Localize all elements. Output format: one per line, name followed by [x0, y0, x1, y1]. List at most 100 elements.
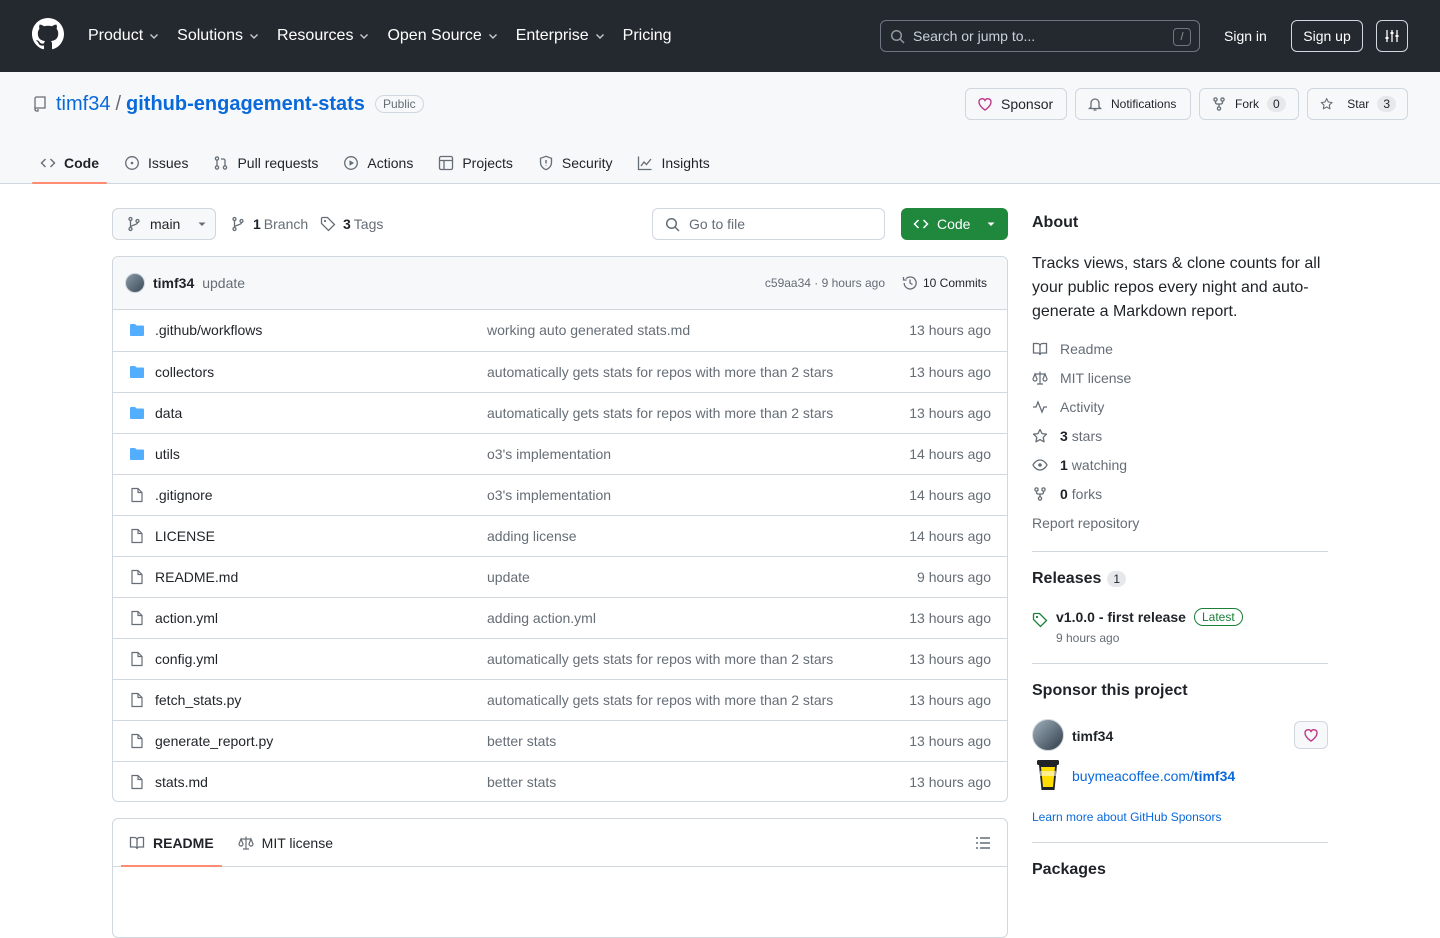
tab-insights[interactable]: Insights [629, 142, 717, 184]
releases-heading[interactable]: Releases 1 [1032, 570, 1127, 588]
tab-projects[interactable]: Projects [430, 142, 521, 184]
forks-label: forks [1071, 486, 1103, 502]
star-button[interactable]: Star 3 [1307, 88, 1408, 120]
file-commit-message[interactable]: adding license [487, 528, 577, 544]
table-row[interactable]: LICENSE adding license 14 hours ago [113, 515, 1007, 556]
file-name-link[interactable]: LICENSE [155, 528, 215, 544]
file-name-link[interactable]: action.yml [155, 610, 218, 626]
tab-actions[interactable]: Actions [335, 142, 421, 184]
file-commit-message[interactable]: better stats [487, 733, 556, 749]
branches-link[interactable]: 1 Branch [230, 216, 308, 232]
table-row[interactable]: .github/workflows working auto generated … [113, 310, 1007, 351]
readme-link[interactable]: Readme [1032, 341, 1113, 357]
file-icon [131, 774, 143, 790]
tab-code[interactable]: Code [32, 142, 107, 184]
file-name-link[interactable]: fetch_stats.py [155, 692, 241, 708]
file-age: 13 hours ago [909, 651, 991, 667]
repo-owner-link[interactable]: timf34 [56, 93, 110, 116]
tab-security[interactable]: Security [530, 142, 621, 184]
sponsor-heart-button[interactable] [1294, 721, 1328, 749]
github-logo-icon[interactable] [32, 18, 64, 50]
file-commit-message[interactable]: o3's implementation [487, 446, 611, 462]
tab-issues[interactable]: Issues [116, 142, 196, 184]
file-name-link[interactable]: .gitignore [155, 487, 213, 503]
commit-message[interactable]: update [202, 275, 245, 291]
table-row[interactable]: data automatically gets stats for repos w… [113, 392, 1007, 433]
commits-link[interactable]: 10 Commits [902, 275, 987, 291]
watching-link[interactable]: 1 watching [1032, 457, 1127, 473]
nav-product[interactable]: Product [88, 27, 160, 45]
tab-readme[interactable]: README [121, 819, 222, 867]
avatar[interactable] [125, 273, 145, 293]
buymeacoffee-link[interactable]: buymeacoffee.com/timf34 [1072, 768, 1235, 784]
file-commit-message[interactable]: automatically gets stats for repos with … [487, 651, 833, 667]
fork-button[interactable]: Fork 0 [1199, 88, 1299, 120]
table-row[interactable]: README.md update 9 hours ago [113, 556, 1007, 597]
file-commit-message[interactable]: better stats [487, 774, 556, 790]
table-row[interactable]: config.yml automatically gets stats for r… [113, 638, 1007, 679]
table-row[interactable]: generate_report.py better stats 13 hours a… [113, 720, 1007, 761]
repo-name-link[interactable]: github-engagement-stats [126, 93, 365, 116]
divider [1032, 663, 1328, 664]
latest-commit-bar: timf34 update c59aa34 · 9 hours ago 10 C… [113, 257, 1007, 310]
table-row[interactable]: stats.md better stats 13 hours ago [113, 761, 1007, 801]
nav-solutions[interactable]: Solutions [177, 27, 260, 45]
sponsor-button[interactable]: Sponsor [965, 88, 1067, 120]
file-age: 14 hours ago [909, 528, 991, 544]
activity-link[interactable]: Activity [1032, 399, 1104, 415]
global-search-input[interactable]: Search or jump to... / [880, 20, 1200, 52]
branch-selector[interactable]: main [112, 208, 216, 240]
file-name-link[interactable]: README.md [155, 569, 238, 585]
go-to-file-input[interactable]: Go to file [652, 208, 885, 240]
learn-more-sponsors-link[interactable]: Learn more about GitHub Sponsors [1032, 810, 1221, 824]
folder-icon [130, 324, 144, 336]
file-name-link[interactable]: utils [155, 446, 180, 462]
file-name-link[interactable]: stats.md [155, 774, 208, 790]
commit-author[interactable]: timf34 [153, 275, 194, 291]
nav-enterprise[interactable]: Enterprise [516, 27, 606, 45]
folder-icon [130, 407, 144, 419]
table-row[interactable]: action.yml adding action.yml 13 hours ago [113, 597, 1007, 638]
notifications-button[interactable]: Notifications [1075, 88, 1191, 120]
table-row[interactable]: utils o3's implementation 14 hours ago [113, 433, 1007, 474]
avatar[interactable] [1032, 719, 1064, 751]
tab-license[interactable]: MIT license [230, 819, 341, 867]
tab-label: MIT license [261, 834, 333, 851]
file-commit-message[interactable]: update [487, 569, 530, 585]
readme-panel: README MIT license [112, 818, 1008, 938]
stars-link[interactable]: 3 stars [1032, 428, 1102, 444]
releases-title: Releases [1032, 570, 1102, 587]
latest-release[interactable]: v1.0.0 - first release Latest [1056, 608, 1243, 626]
readme-label: Readme [1060, 341, 1113, 357]
forks-link[interactable]: 0 forks [1032, 486, 1102, 502]
report-repository-link[interactable]: Report repository [1032, 515, 1139, 531]
sponsor-user-link[interactable]: timf34 [1072, 728, 1113, 744]
tab-pull-requests[interactable]: Pull requests [205, 142, 326, 184]
commit-hash-time[interactable]: c59aa34 · 9 hours ago [765, 276, 885, 290]
tags-link[interactable]: 3 Tags [320, 216, 383, 232]
latest-badge: Latest [1193, 608, 1243, 626]
file-name-link[interactable]: collectors [155, 364, 214, 380]
file-commit-message[interactable]: automatically gets stats for repos with … [487, 405, 833, 421]
table-row[interactable]: collectors automatically gets stats for r… [113, 351, 1007, 392]
list-outline-icon[interactable] [975, 835, 991, 851]
nav-resources[interactable]: Resources [277, 27, 370, 45]
license-link[interactable]: MIT license [1032, 370, 1131, 386]
code-dropdown-button[interactable]: Code [901, 208, 1008, 240]
table-row[interactable]: fetch_stats.py automatically gets stats f… [113, 679, 1007, 720]
file-name-link[interactable]: config.yml [155, 651, 218, 667]
file-name-link[interactable]: generate_report.py [155, 733, 273, 749]
file-commit-message[interactable]: adding action.yml [487, 610, 596, 626]
sign-up-button[interactable]: Sign up [1291, 20, 1363, 52]
nav-pricing[interactable]: Pricing [623, 27, 672, 45]
file-commit-message[interactable]: o3's implementation [487, 487, 611, 503]
table-row[interactable]: .gitignore o3's implementation 14 hours ag… [113, 474, 1007, 515]
file-name-link[interactable]: .github/workflows [155, 322, 262, 338]
file-commit-message[interactable]: working auto generated stats.md [487, 322, 690, 338]
file-commit-message[interactable]: automatically gets stats for repos with … [487, 364, 833, 380]
nav-open-source[interactable]: Open Source [387, 27, 498, 45]
sign-in-link[interactable]: Sign in [1224, 28, 1267, 44]
settings-menu-button[interactable] [1376, 20, 1408, 52]
file-name-link[interactable]: data [155, 405, 182, 421]
file-commit-message[interactable]: automatically gets stats for repos with … [487, 692, 833, 708]
